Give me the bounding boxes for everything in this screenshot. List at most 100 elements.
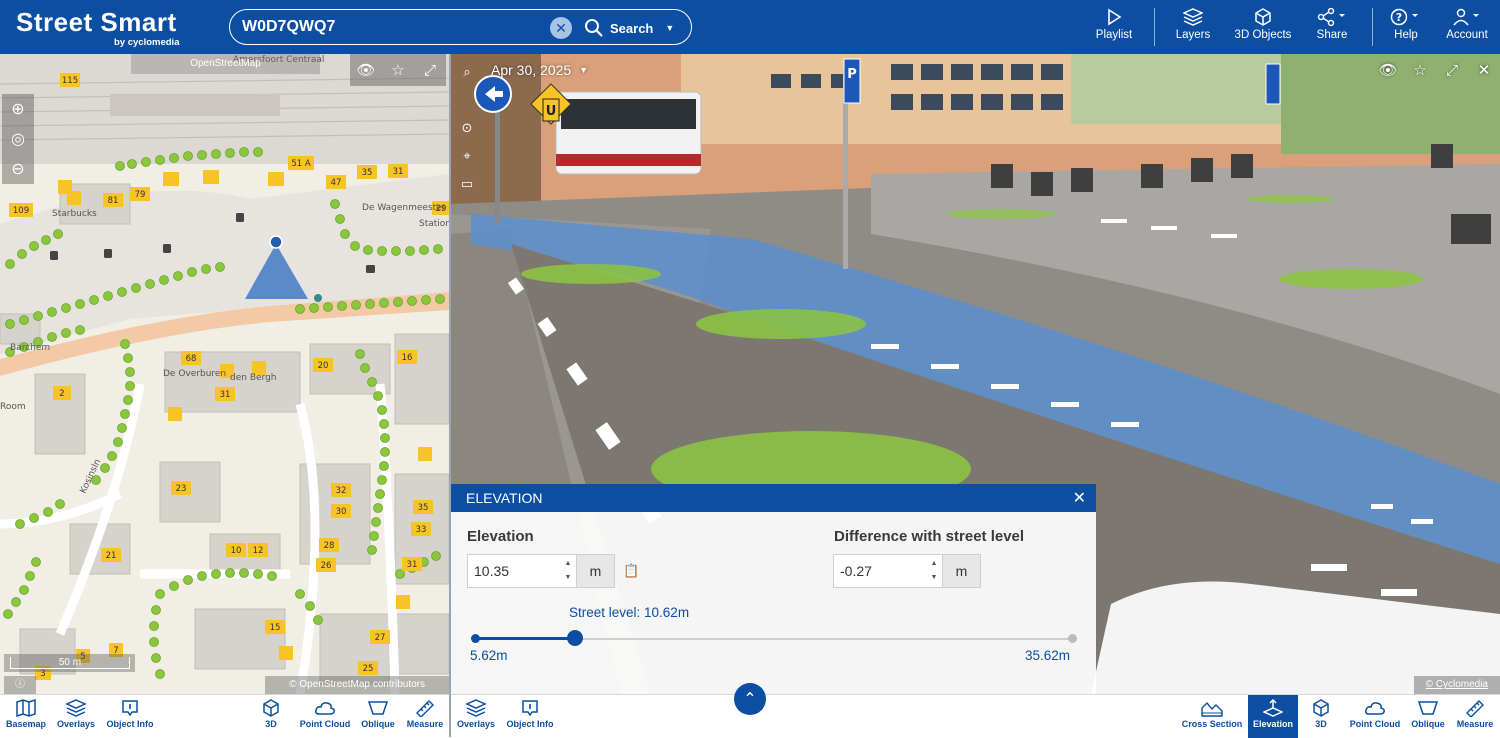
house-number: 81 — [108, 196, 119, 206]
download-icon[interactable]: ⊙ — [455, 114, 479, 142]
oblique-label: Oblique — [1411, 719, 1445, 729]
overlays-button[interactable]: Overlays — [54, 699, 98, 729]
house-number: 109 — [13, 206, 29, 216]
house-number: 23 — [176, 484, 187, 494]
street-level-label: Street level: 10.62m — [569, 605, 690, 620]
house-number: 32 — [336, 486, 347, 496]
object-info-label: Object Info — [106, 719, 154, 729]
play-icon — [1108, 8, 1122, 26]
object-info-button[interactable]: Object Info — [103, 699, 157, 729]
share-icon — [1317, 8, 1345, 26]
oblique-button[interactable]: Oblique — [1408, 699, 1448, 729]
search-value: W0D7QWQ7 — [242, 18, 336, 35]
crosshair-icon[interactable]: ⌖ — [455, 142, 479, 170]
account-button[interactable]: Account — [1443, 8, 1491, 41]
elevation-button[interactable]: Elevation — [1248, 695, 1298, 738]
slider-max-dot — [1068, 634, 1077, 643]
elevation-slider-fill — [475, 637, 575, 640]
search-button-label: Search — [610, 20, 654, 36]
house-number: 10 — [231, 546, 242, 556]
cube-icon — [1255, 8, 1271, 26]
share-label: Share — [1316, 29, 1348, 41]
layers-icon — [66, 699, 86, 717]
eye-icon[interactable]: 👁 — [1372, 54, 1404, 86]
app-logo[interactable]: Street Smart by cyclomedia — [16, 8, 179, 48]
comment-icon[interactable]: ▭ — [455, 170, 479, 198]
map-view[interactable]: 115 51 A 35 31 47 79 81 109 29 68 16 20 … — [0, 54, 449, 694]
object-info-button[interactable]: Object Info — [503, 699, 557, 729]
elevation-label: Elevation — [467, 528, 534, 545]
clipboard-icon[interactable]: 📋 — [623, 563, 639, 579]
zoom-controls: ⊕ ◎ ⊖ — [2, 94, 34, 184]
house-number: 12 — [253, 546, 264, 556]
measure-button[interactable]: Measure — [1453, 699, 1497, 729]
house-number: 30 — [336, 507, 347, 517]
close-icon[interactable]: ✕ — [1073, 488, 1086, 508]
search-button[interactable]: Search ▼ — [584, 16, 674, 40]
share-button[interactable]: Share — [1312, 8, 1352, 41]
toolbar-divider — [1372, 8, 1373, 46]
ruler-icon — [1466, 700, 1484, 717]
cross-section-label: Cross Section — [1181, 719, 1243, 729]
3d-label: 3D — [265, 719, 277, 729]
house-number: 26 — [321, 561, 332, 571]
house-number: 28 — [324, 541, 335, 551]
panorama-attribution[interactable]: © Cyclomedia — [1413, 676, 1500, 694]
elevation-icon — [1263, 699, 1283, 717]
expand-panel-button[interactable]: ⌃ — [734, 683, 766, 715]
slider-min-dot — [471, 634, 480, 643]
eye-icon[interactable]: 👁 — [350, 54, 382, 86]
star-icon[interactable]: ☆ — [1404, 54, 1436, 86]
3d-button[interactable]: 3D — [258, 699, 284, 729]
difference-input[interactable]: -0.27 ▲ ▼ — [833, 554, 943, 588]
elevation-stepper[interactable]: ▲ ▼ — [560, 557, 576, 585]
recording-date-selector[interactable]: Apr 30, 2025 ▼ — [491, 62, 588, 78]
elevation-panel: ELEVATION ✕ Elevation 10.35 ▲ ▼ m 📋 Diffe… — [451, 484, 1096, 694]
info-icon[interactable]: ⓘ — [4, 676, 36, 694]
house-number: 51 A — [291, 159, 311, 169]
oblique-icon — [367, 701, 389, 715]
star-icon[interactable]: ☆ — [382, 54, 414, 86]
close-icon[interactable]: ✕ — [1468, 54, 1500, 86]
info-icon — [522, 700, 538, 717]
house-number: 33 — [416, 525, 427, 535]
measure-label: Measure — [1456, 719, 1494, 729]
point-cloud-button[interactable]: Point Cloud — [1346, 699, 1404, 729]
house-number: 31 — [220, 390, 231, 400]
3d-objects-button[interactable]: 3D Objects — [1230, 8, 1296, 41]
clear-search-icon[interactable]: ✕ — [550, 17, 572, 39]
zoom-search-icon[interactable]: ⌕ — [455, 58, 479, 86]
basemap-button[interactable]: Basemap — [4, 699, 48, 729]
account-label: Account — [1446, 29, 1488, 41]
difference-stepper[interactable]: ▲ ▼ — [926, 557, 942, 585]
house-number: 16 — [402, 353, 413, 363]
help-label: Help — [1394, 29, 1418, 41]
cross-section-button[interactable]: Cross Section — [1179, 699, 1245, 729]
oblique-button[interactable]: Oblique — [358, 699, 398, 729]
map-label: Barchem — [10, 343, 50, 353]
maximize-icon[interactable]: ⤢ — [414, 54, 446, 86]
point-cloud-button[interactable]: Point Cloud — [296, 699, 354, 729]
layers-button[interactable]: Layers — [1172, 8, 1214, 41]
overlays-button[interactable]: Overlays — [454, 699, 498, 729]
zoom-in-icon[interactable]: ⊕ — [2, 94, 34, 124]
measure-button[interactable]: Measure — [403, 699, 447, 729]
map-canvas[interactable]: 115 51 A 35 31 47 79 81 109 29 68 16 20 … — [0, 54, 449, 694]
elevation-slider-thumb[interactable] — [566, 630, 583, 646]
object-info-label: Object Info — [506, 719, 554, 729]
map-label: De Wagenmeester — [362, 203, 446, 213]
map-attribution[interactable]: © OpenStreetMap contributors — [265, 676, 449, 694]
maximize-icon[interactable]: ⤢ — [1436, 54, 1468, 86]
map-corner-controls: 👁 ☆ ⤢ — [350, 54, 446, 86]
search-input[interactable]: W0D7QWQ7 ✕ Search ▼ — [229, 9, 692, 45]
playlist-button[interactable]: Playlist — [1093, 8, 1135, 41]
house-number: 47 — [331, 178, 342, 188]
3d-button[interactable]: 3D — [1309, 699, 1333, 729]
map-label: De Overburen — [163, 369, 226, 379]
elevation-input[interactable]: 10.35 ▲ ▼ — [467, 554, 577, 588]
zoom-out-icon[interactable]: ⊖ — [2, 154, 34, 184]
elevation-panel-title: ELEVATION — [466, 490, 543, 506]
locate-icon[interactable]: ◎ — [2, 124, 34, 154]
difference-unit: m — [943, 554, 981, 588]
help-button[interactable]: ? Help — [1388, 8, 1424, 41]
